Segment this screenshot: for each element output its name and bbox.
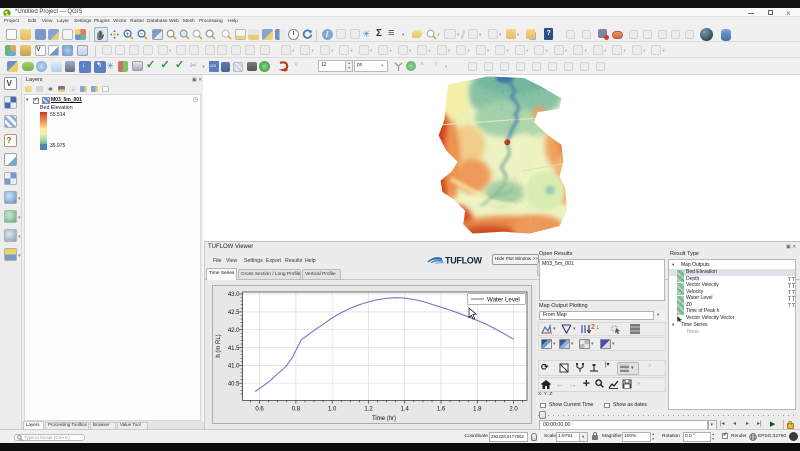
svg-text:1.8: 1.8 <box>473 407 482 413</box>
svg-text:+: + <box>125 30 129 37</box>
svg-text:42.5: 42.5 <box>228 310 240 316</box>
svg-text:43.0: 43.0 <box>228 292 240 298</box>
svg-text:Water Level: Water Level <box>487 296 520 303</box>
svg-text:1.2: 1.2 <box>364 407 373 413</box>
svg-text:0.8: 0.8 <box>292 407 301 413</box>
svg-text:TUFLOW: TUFLOW <box>445 256 482 266</box>
svg-text:42.0: 42.0 <box>228 328 240 334</box>
svg-text:1.6: 1.6 <box>437 407 446 413</box>
svg-text:−: − <box>139 30 143 37</box>
svg-text:Time (hr): Time (hr) <box>372 416 396 422</box>
svg-text:h (m RL): h (m RL) <box>216 334 222 357</box>
svg-text:41.0: 41.0 <box>228 364 240 370</box>
svg-text:41.5: 41.5 <box>228 346 240 352</box>
svg-text:1.0: 1.0 <box>328 407 337 413</box>
svg-text:0.6: 0.6 <box>255 407 264 413</box>
svg-text:2.0: 2.0 <box>509 407 518 413</box>
svg-text:1.4: 1.4 <box>401 407 410 413</box>
svg-text:40.5: 40.5 <box>228 382 240 388</box>
